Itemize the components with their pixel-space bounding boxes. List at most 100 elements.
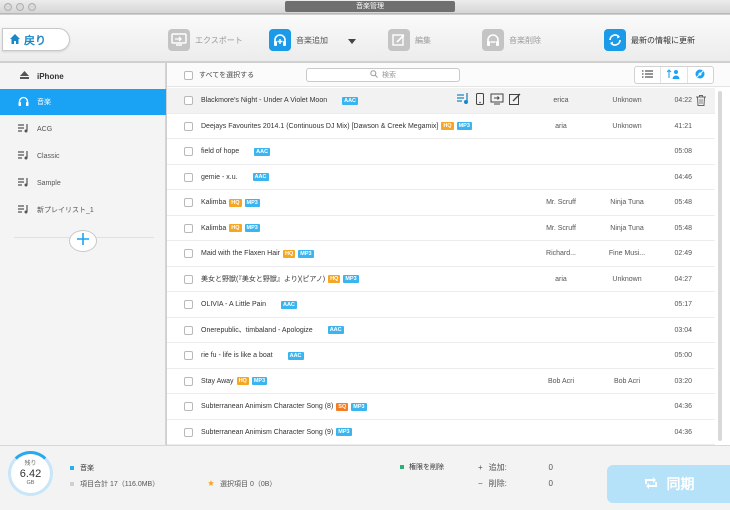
row-checkbox[interactable]	[184, 351, 193, 360]
album-view-button[interactable]	[688, 67, 713, 83]
remove-permission[interactable]: 権限を削除	[400, 462, 444, 472]
eject-icon[interactable]	[20, 71, 29, 81]
select-all-checkbox[interactable]	[184, 70, 193, 80]
table-row[interactable]: Subterranean Animism Character Song (9) M…	[167, 420, 715, 445]
export-icon	[168, 29, 190, 51]
song-duration: 05:48	[674, 224, 692, 232]
format-badge: MP3	[336, 428, 352, 436]
music-list-panel: すべてを選択する 検索 Blackmore's Night - Under A …	[167, 63, 730, 445]
table-row[interactable]: rie fu - life is like a boat AAC 05:00	[167, 343, 715, 369]
table-row[interactable]: Deejays Favourites 2014.1 (Continuous DJ…	[167, 114, 715, 139]
phone-icon[interactable]	[475, 93, 485, 107]
row-checkbox[interactable]	[184, 121, 193, 131]
sidebar-item-sample[interactable]: Sample	[0, 170, 166, 196]
remaining-unit: GB	[26, 479, 35, 486]
song-artist: Bob Acri	[547, 377, 575, 385]
add-count: + 追加: 0	[478, 462, 553, 473]
song-title: OLIVIA - A Little Pain	[201, 301, 266, 308]
row-checkbox[interactable]	[184, 325, 193, 335]
row-checkbox[interactable]	[184, 274, 193, 284]
song-title-cell: Subterranean Animism Character Song (8) S…	[201, 394, 367, 419]
add-music-dropdown-icon[interactable]	[348, 38, 356, 47]
remaining-value: 6.42	[19, 467, 42, 480]
artist-view-button[interactable]	[661, 67, 688, 83]
row-checkbox[interactable]	[184, 300, 193, 309]
sync-icon	[643, 475, 659, 494]
trash-icon[interactable]	[696, 95, 706, 108]
format-badge: HQ	[229, 224, 242, 232]
table-row[interactable]: field of hope AAC 05:08	[167, 139, 715, 165]
search-input[interactable]: 検索	[306, 68, 460, 82]
row-checkbox[interactable]	[184, 376, 193, 386]
format-badge: HQ	[328, 275, 341, 283]
toolbar: 戻り エクスポート 音楽追加 編集 音楽削除 最新の情報に更新	[0, 15, 730, 62]
star-icon	[208, 480, 214, 488]
export-button[interactable]: エクスポート	[168, 28, 243, 52]
export-to-pc-icon[interactable]	[490, 93, 504, 107]
add-to-playlist-icon[interactable]	[457, 93, 470, 107]
format-badge: AAC	[287, 351, 304, 360]
sidebar-item-music[interactable]: 音楽	[0, 89, 166, 115]
song-duration: 03:04	[674, 326, 692, 334]
row-checkbox[interactable]	[184, 147, 193, 156]
edit-button[interactable]: 編集	[388, 28, 431, 52]
row-checkbox[interactable]	[184, 427, 193, 437]
song-artist: aria	[555, 122, 567, 130]
format-badge: MP3	[244, 198, 260, 207]
song-title: Kalimba	[201, 224, 227, 232]
song-duration: 05:17	[674, 301, 692, 308]
sidebar-item-classic[interactable]: Classic	[0, 143, 166, 169]
table-row[interactable]: Kalimba HQ MP3 Mr. Scruff Ninja Tuna 05:48	[167, 190, 715, 216]
select-all[interactable]: すべてを選択する	[184, 70, 254, 80]
row-checkbox[interactable]	[184, 172, 193, 182]
row-actions	[457, 93, 521, 107]
sidebar-item-new-playlist[interactable]: 新プレイリスト_1	[0, 197, 166, 223]
add-playlist-button[interactable]	[69, 230, 97, 252]
table-row[interactable]: Stay Away HQ MP3 Bob Acri Bob Acri 03:20	[167, 369, 715, 394]
export-label: エクスポート	[195, 35, 243, 45]
playlist-icon	[18, 177, 29, 189]
minimize-window-button[interactable]	[16, 3, 24, 11]
device-header[interactable]: iPhone	[0, 66, 166, 86]
song-title-cell: Stay Away HQ MP3	[201, 369, 268, 394]
list-view-button[interactable]	[635, 67, 662, 83]
delete-music-button[interactable]: 音楽削除	[482, 28, 541, 52]
sidebar-item-acg[interactable]: ACG	[0, 116, 166, 142]
back-button[interactable]: 戻り	[2, 28, 70, 51]
zoom-window-button[interactable]	[28, 3, 36, 11]
edit-tag-icon[interactable]	[509, 93, 521, 107]
row-checkbox[interactable]	[184, 96, 193, 105]
add-music-button[interactable]: 音楽追加	[269, 28, 328, 52]
row-checkbox[interactable]	[184, 249, 193, 258]
table-row[interactable]: Blackmore's Night - Under A Violet Moon A…	[167, 88, 715, 114]
row-checkbox[interactable]	[184, 402, 193, 411]
row-checkbox[interactable]	[184, 198, 193, 207]
song-title-cell: Maid with the Flaxen Hair HQ MP3	[201, 241, 314, 266]
table-row[interactable]: Maid with the Flaxen Hair HQ MP3 Richard...…	[167, 241, 715, 267]
table-row[interactable]: Subterranean Animism Character Song (8) S…	[167, 394, 715, 420]
close-window-button[interactable]	[4, 3, 12, 11]
format-badge: MP3	[251, 377, 268, 385]
table-row[interactable]: OLIVIA - A Little Pain AAC 05:17	[167, 292, 715, 318]
playlist-icon	[18, 150, 29, 162]
list-scrollbar[interactable]	[718, 91, 722, 441]
table-row[interactable]: 美女と野獣(『美女と野獣』より)(ピアノ) HQ MP3 aria Unknown 04:…	[167, 267, 715, 292]
refresh-icon	[604, 29, 626, 51]
format-badge: HQ	[441, 122, 454, 130]
table-row[interactable]: Kalimba HQ MP3 Mr. Scruff Ninja Tuna 05:48	[167, 216, 715, 241]
song-title-cell: Deejays Favourites 2014.1 (Continuous DJ…	[201, 114, 472, 139]
row-checkbox[interactable]	[184, 223, 193, 233]
total-items-label: 項目合計 17（116.0MB）	[80, 481, 160, 488]
table-row[interactable]: Onerepublic、timbaland - Apologize AAC 03:0…	[167, 318, 715, 343]
song-album: Ninja Tuna	[610, 199, 644, 206]
home-icon	[9, 33, 21, 47]
table-row[interactable]: gemie - x.u. AAC 04:46	[167, 165, 715, 190]
format-badge: MP3	[351, 402, 367, 411]
format-badge: MP3	[343, 275, 359, 283]
song-title-cell: rie fu - life is like a boat AAC	[201, 343, 304, 368]
sync-button[interactable]: 同期	[607, 465, 730, 503]
song-duration: 05:00	[674, 352, 692, 359]
refresh-button[interactable]: 最新の情報に更新	[604, 28, 695, 52]
sidebar-item-label: 新プレイリスト_1	[37, 207, 94, 214]
permission-dot-icon	[400, 465, 404, 469]
